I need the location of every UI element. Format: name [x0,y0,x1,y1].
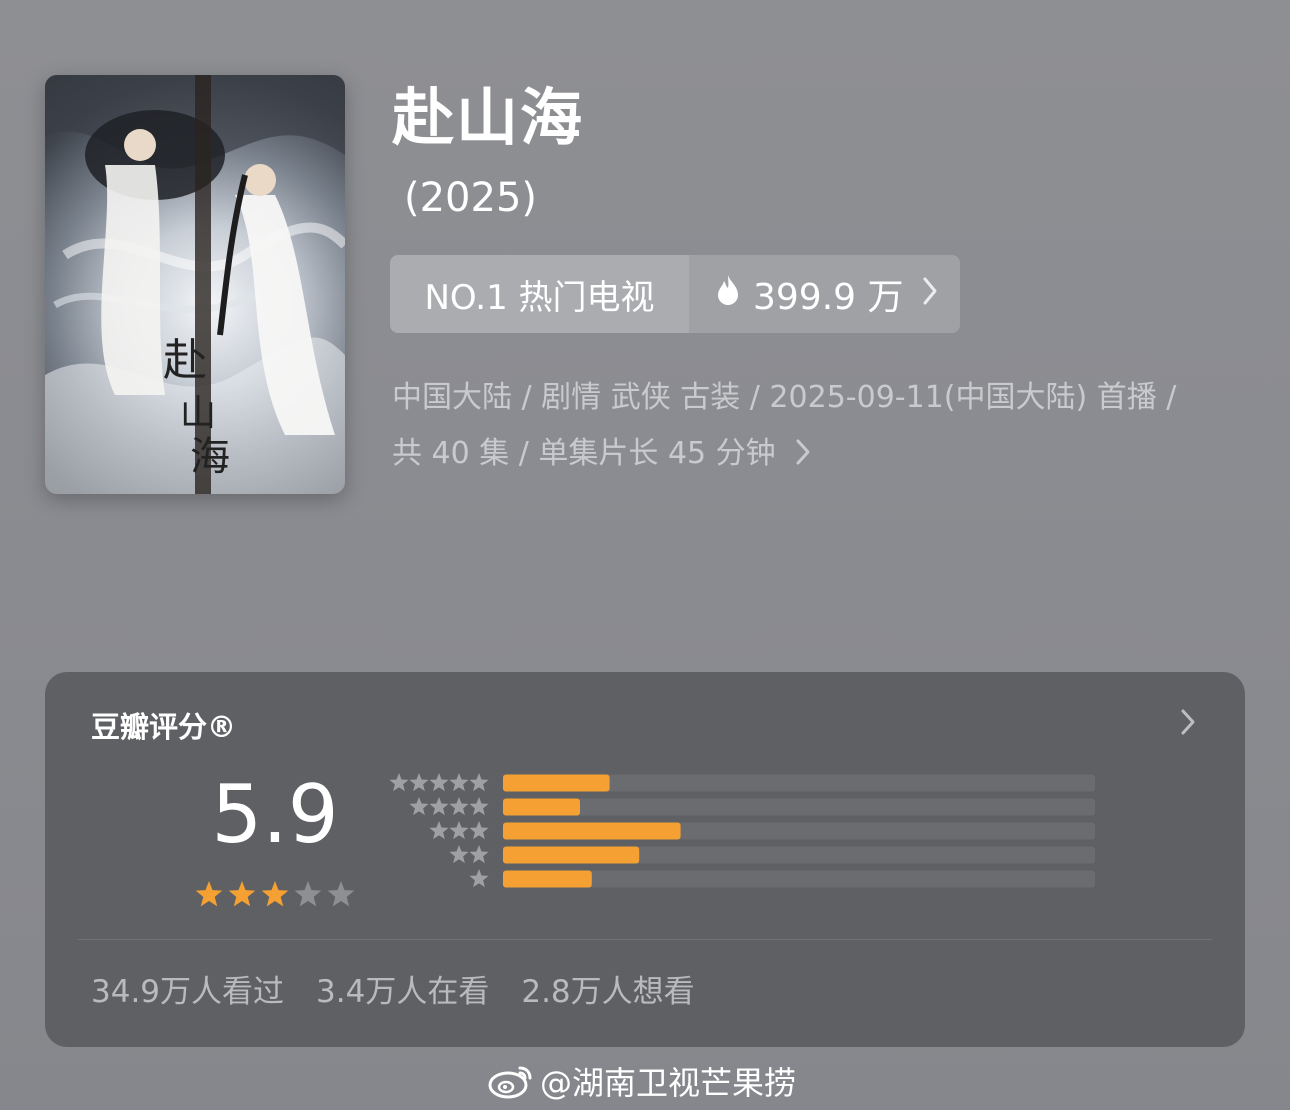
weibo-icon [488,1066,532,1099]
rank-label[interactable]: NO.1 热门电视 [390,255,689,333]
rating-label: 豆瓣评分® [91,710,237,744]
stat-want: 2.8万人想看 [521,974,695,1010]
star-icon [469,773,489,792]
star-icon [389,773,409,792]
distribution-bar-2-star [503,846,640,864]
meta-line-1: 中国大陆 / 剧情 武侠 古装 / 2025-09-11(中国大陆) 首播 / [392,380,1177,415]
star-icon [449,821,469,840]
divider [78,939,1212,940]
chevron-right-icon [922,274,938,315]
star-icon [469,845,489,864]
star-empty-icon [294,881,322,907]
watermark-text: @湖南卫视芒果捞 [540,1064,797,1102]
star-empty-icon [327,881,355,907]
chevron-right-icon[interactable] [1180,708,1196,740]
distribution-bar-1-star [503,870,592,888]
flame-icon [715,274,741,315]
viewer-stats: 34.9万人看过 3.4万人在看 2.8万人想看 [91,966,727,1011]
rating-stars [195,881,355,907]
star-filled-icon [195,881,223,907]
star-icon [449,797,469,816]
star-filled-icon [228,881,256,907]
watermark: @湖南卫视芒果捞 [488,1058,796,1104]
rating-distribution [389,773,1095,888]
drama-title: 赴山海 [392,81,585,154]
distribution-bar-5-star [503,774,610,792]
svg-text:海: 海 [190,434,230,480]
star-icon [429,821,449,840]
heat-value: 399.9 万 [753,277,904,318]
release-year: (2025) [404,175,538,221]
star-icon [409,797,429,816]
drama-meta[interactable]: 中国大陆 / 剧情 武侠 古装 / 2025-09-11(中国大陆) 首播 / … [392,370,1252,482]
chevron-right-icon [785,436,811,471]
star-icon [469,797,489,816]
star-filled-icon [261,881,289,907]
heat-count[interactable]: 399.9 万 [689,255,960,333]
meta-line-2: 共 40 集 / 单集片长 45 分钟 [392,426,1252,482]
star-icon [449,773,469,792]
rating-score: 5.9 [211,768,339,861]
stat-watching: 3.4万人在看 [316,974,490,1010]
star-icon [409,773,429,792]
distribution-bar-4-star [503,798,580,816]
poster-artwork: 赴 山 海 [45,75,345,494]
douban-rating-card[interactable]: 豆瓣评分® 5.9 34.9万人看过 3.4万人在看 2.8万人想看 [45,672,1245,1047]
star-icon [429,773,449,792]
star-icon [469,869,489,888]
stat-watched: 34.9万人看过 [91,974,285,1010]
rank-pill[interactable]: NO.1 热门电视 399.9 万 [390,255,960,333]
svg-text:赴: 赴 [163,335,207,386]
meta-line-2-text: 共 40 集 / 单集片长 45 分钟 [392,436,776,471]
star-icon [429,797,449,816]
distribution-bar-3-star [503,822,681,840]
svg-text:山: 山 [180,393,216,434]
distribution-track [503,798,1095,816]
star-icon [469,821,489,840]
poster-image[interactable]: 赴 山 海 [45,75,345,494]
star-icon [449,845,469,864]
